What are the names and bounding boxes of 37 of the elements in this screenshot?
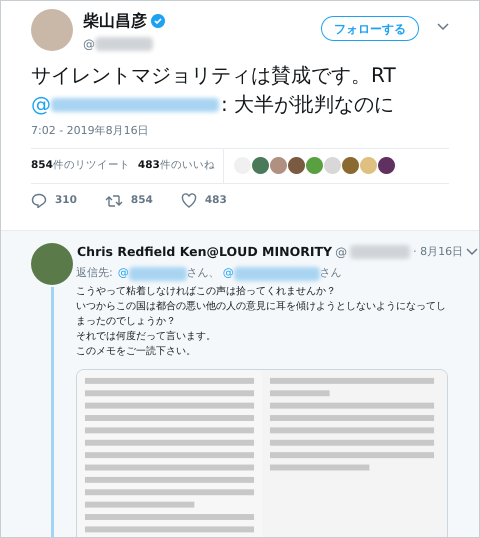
- chevron-down-icon[interactable]: [466, 248, 478, 256]
- liker-avatar[interactable]: [378, 157, 395, 174]
- reply-text: こうやって粘着しなければこの声は拾ってくれませんか？: [76, 284, 337, 299]
- blurred-handle: [350, 244, 410, 259]
- reply-author-handle: @: [335, 244, 348, 261]
- liker-avatar[interactable]: [288, 157, 305, 174]
- action-count: 854: [130, 192, 153, 208]
- like-count[interactable]: 483件のいいね: [138, 158, 215, 174]
- action-count: 310: [55, 192, 77, 208]
- reply-text: いつからこの国は都合の悪い他の人の意見に耳を傾けようとしないようになってしまったのでしょうか？: [76, 300, 447, 329]
- mention-link[interactable]: @: [31, 90, 51, 119]
- blurred-handle: [95, 37, 153, 51]
- blurred-handle: [128, 266, 187, 280]
- retweet-icon[interactable]: [104, 194, 123, 208]
- reply-author-name[interactable]: Chris Redfield Ken@LOUD MINORITY: [77, 242, 332, 262]
- mention-link[interactable]: @: [118, 265, 129, 282]
- heart-icon[interactable]: [180, 193, 197, 208]
- action-count: 483: [204, 192, 227, 208]
- reply-icon[interactable]: [31, 193, 47, 208]
- reply-date[interactable]: · 8月16日: [413, 244, 464, 260]
- tweet-text: : 大半が批判なのに: [221, 91, 394, 118]
- tweet-text: サイレントマジョリティは賛成です。RT: [31, 62, 397, 89]
- reply-text: このメモをご一読下さい。: [76, 344, 197, 359]
- liker-avatar[interactable]: [252, 157, 269, 174]
- retweet-count[interactable]: 854件のリツイート: [31, 158, 130, 174]
- reply-text: それでは何度だって言います。: [76, 330, 217, 344]
- liker-avatar[interactable]: [342, 157, 359, 174]
- tweet-timestamp[interactable]: 7:02 - 2019年8月16日: [31, 123, 449, 140]
- follow-button[interactable]: フォローする: [321, 16, 419, 41]
- reply-to-suffix: さん: [320, 265, 342, 282]
- mention-link[interactable]: @: [222, 265, 234, 282]
- chevron-down-icon[interactable]: [437, 23, 449, 31]
- author-handle: @: [83, 36, 95, 53]
- avatar[interactable]: [31, 242, 73, 284]
- reply-to-label: 返信先:: [76, 265, 113, 282]
- author-name[interactable]: 柴山昌彦: [83, 9, 147, 33]
- reply-to-suffix: さん、: [186, 265, 220, 282]
